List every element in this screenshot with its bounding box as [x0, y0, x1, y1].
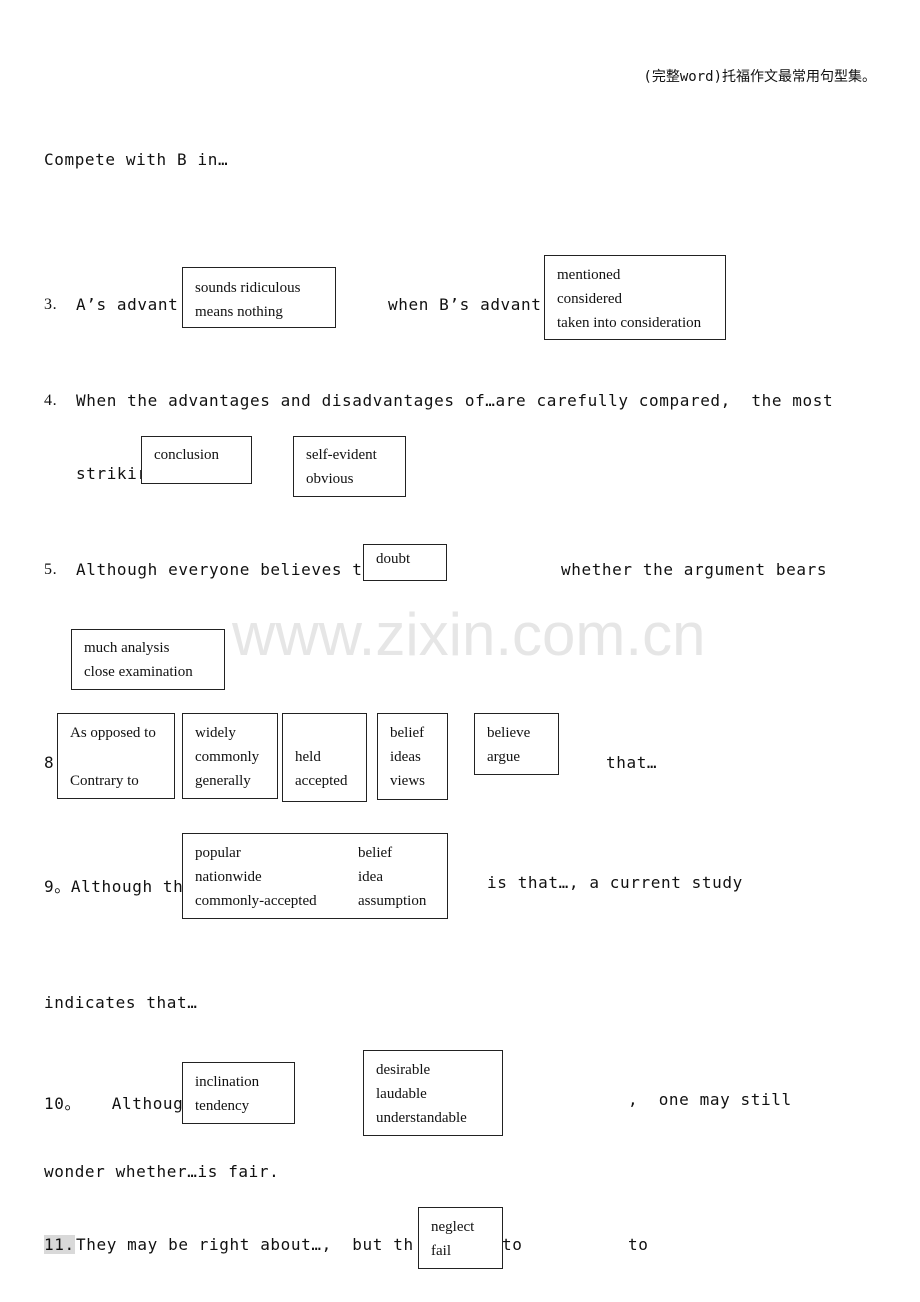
option-box-8a: As opposed to Contrary to: [57, 713, 175, 799]
option-box-10b: desirable laudable understandable: [363, 1050, 503, 1136]
option-word: assumption: [358, 893, 427, 909]
option-box-8b: widely commonly generally: [182, 713, 278, 799]
sentence-9-part-a: 9。Although th: [44, 877, 184, 896]
option-word: belief: [390, 725, 425, 741]
option-word: ideas: [390, 749, 421, 765]
option-word: close examination: [84, 664, 193, 680]
option-box-4a: conclusion: [141, 436, 252, 484]
option-word: obvious: [306, 471, 354, 487]
sentence-9-part-b: is that…, a current study: [487, 873, 743, 892]
option-word: generally: [195, 773, 251, 789]
option-word: belief: [358, 845, 393, 861]
sentence-10-part-b: , one may still: [628, 1090, 792, 1109]
sentence-5-part-a: Although everyone believes th: [76, 560, 373, 579]
option-word: held: [295, 749, 321, 765]
option-box-8d: belief ideas views: [377, 713, 448, 800]
option-word: argue: [487, 749, 521, 765]
option-word: much analysis: [84, 640, 170, 656]
item-number-11: 11.: [44, 1235, 75, 1254]
option-box-8c: held accepted: [282, 713, 367, 802]
option-word: neglect: [431, 1219, 475, 1235]
option-word: tendency: [195, 1098, 250, 1114]
sentence-11-part-a: They may be right about…, but th: [76, 1235, 414, 1254]
sentence-11-part-c: to: [628, 1235, 649, 1254]
option-word: views: [390, 773, 425, 789]
item-number-5: 5.: [44, 561, 58, 578]
sentence-10-part-c: wonder whether…is fair.: [44, 1162, 280, 1181]
option-word: laudable: [376, 1086, 427, 1102]
option-word: desirable: [376, 1062, 431, 1078]
option-word: As opposed to: [70, 725, 156, 741]
option-word: nationwide: [195, 869, 262, 885]
option-box-3b: mentioned considered taken into considerat…: [544, 255, 726, 340]
option-word: considered: [557, 291, 622, 307]
sentence-9-part-c: indicates that…: [44, 993, 198, 1012]
sentence-4-part-b: strikir: [76, 464, 148, 483]
option-word: conclusion: [154, 447, 219, 463]
option-word: self-evident: [306, 447, 377, 463]
option-box-11: neglect fail: [418, 1207, 503, 1269]
option-word: means nothing: [195, 304, 283, 320]
option-box-3a: sounds ridiculous means nothing: [182, 267, 336, 328]
option-box-8e: believe argue: [474, 713, 559, 775]
page-header: (完整word)托福作文最常用句型集。: [643, 69, 876, 85]
option-box-5b: much analysis close examination: [71, 629, 225, 690]
option-word: fail: [431, 1243, 451, 1259]
option-word: taken into consideration: [557, 315, 702, 331]
option-word: commonly-accepted: [195, 893, 317, 909]
sentence-4-part-a: When the advantages and disadvantages of…: [76, 391, 834, 410]
option-word: popular: [195, 845, 241, 861]
option-box-4b: self-evident obvious: [293, 436, 406, 497]
item-number-3: 3.: [44, 296, 58, 313]
document-page: (完整word)托福作文最常用句型集。 www.zixin.com.cn Com…: [0, 0, 920, 1302]
option-box-9: popular nationwide commonly-accepted belie…: [182, 833, 448, 919]
line-compete: Compete with B in…: [44, 150, 229, 169]
sentence-10-part-a: 10。 Althoug: [44, 1094, 184, 1113]
option-box-9-right: belief idea assumption: [358, 841, 426, 913]
option-box-10a: inclination tendency: [182, 1062, 295, 1124]
option-word: widely: [195, 725, 236, 741]
sentence-11-part-b: to: [502, 1235, 523, 1254]
option-word: sounds ridiculous: [195, 280, 301, 296]
option-word: mentioned: [557, 267, 621, 283]
watermark: www.zixin.com.cn: [232, 601, 706, 668]
sentence-3-part-a: A’s advant: [76, 295, 179, 314]
sentence-8-that: that…: [606, 753, 658, 772]
option-word: believe: [487, 725, 531, 741]
option-word: inclination: [195, 1074, 260, 1090]
option-word: doubt: [376, 551, 411, 567]
option-word: idea: [358, 869, 383, 885]
sentence-3-part-b: when B’s advant: [388, 295, 542, 314]
option-word: accepted: [295, 773, 348, 789]
option-word: [70, 745, 162, 769]
option-word: Contrary to: [70, 773, 139, 789]
option-box-9-left: popular nationwide commonly-accepted: [195, 841, 328, 913]
option-box-5a: doubt: [363, 544, 447, 581]
option-word: commonly: [195, 749, 260, 765]
sentence-5-part-b: whether the argument bears: [561, 560, 828, 579]
option-word: understandable: [376, 1110, 467, 1126]
item-number-4: 4.: [44, 392, 58, 409]
